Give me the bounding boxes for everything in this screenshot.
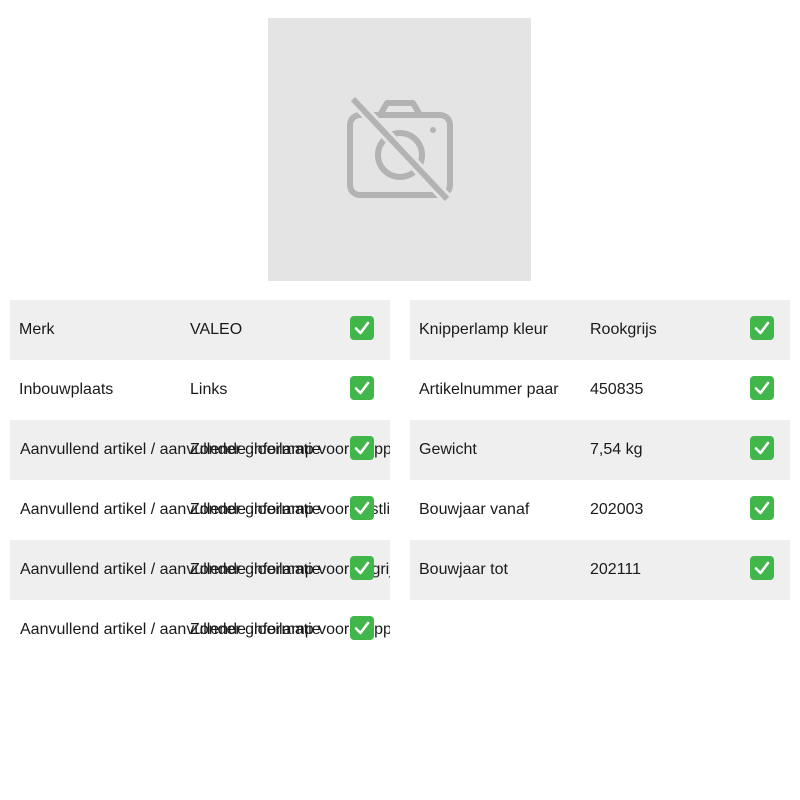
spec-value: VALEO — [190, 321, 243, 338]
check-mark-icon — [350, 376, 374, 400]
check-mark-icon — [750, 316, 774, 340]
spec-row: Aanvullend artikel / aanvullende informa… — [10, 540, 390, 600]
check-mark-icon — [750, 376, 774, 400]
spec-row: Inbouwplaats Links — [10, 360, 390, 420]
spec-row: Merk VALEO — [10, 300, 390, 360]
spec-value: 7,54 kg — [590, 441, 643, 458]
spec-value: 450835 — [590, 381, 644, 398]
check-mark-icon — [350, 616, 374, 640]
spec-row: Gewicht 7,54 kg — [410, 420, 790, 480]
spec-value: 202111 — [590, 561, 642, 578]
check-mark-icon — [350, 316, 374, 340]
check-mark-icon — [350, 496, 374, 520]
spec-label: Inbouwplaats — [19, 381, 114, 398]
spec-label: Merk — [19, 321, 55, 338]
check-mark-icon — [350, 556, 374, 580]
spec-label: Knipperlamp kleur — [419, 321, 548, 338]
no-camera-icon — [346, 94, 453, 203]
check-mark-icon — [750, 496, 774, 520]
spec-row: Artikelnummer paar 450835 — [410, 360, 790, 420]
spec-label: Bouwjaar tot — [419, 561, 508, 578]
spec-row: Bouwjaar vanaf 202003 — [410, 480, 790, 540]
check-mark-icon — [750, 436, 774, 460]
product-photo-placeholder — [268, 18, 531, 281]
spec-row: Bouwjaar tot 202111 — [410, 540, 790, 600]
spec-row: Aanvullend artikel / aanvullende informa… — [10, 600, 390, 660]
check-mark-icon — [750, 556, 774, 580]
specs-table-left: Merk VALEO Inbouwplaats Links Aanvullend… — [10, 300, 390, 660]
specs-table-right: Knipperlamp kleur Rookgrijs Artikelnumme… — [410, 300, 790, 600]
check-mark-icon — [350, 436, 374, 460]
spec-row: Aanvullend artikel / aanvullende informa… — [10, 480, 390, 540]
spec-value: 202003 — [590, 501, 644, 518]
spec-row: Knipperlamp kleur Rookgrijs — [410, 300, 790, 360]
spec-label: Artikelnummer paar — [419, 381, 559, 398]
spec-value: Links — [190, 381, 228, 398]
spec-label: Bouwjaar vanaf — [419, 501, 530, 518]
spec-value: Rookgrijs — [590, 321, 657, 338]
spec-label: Gewicht — [419, 441, 477, 458]
spec-row: Aanvullend artikel / aanvullende informa… — [10, 420, 390, 480]
